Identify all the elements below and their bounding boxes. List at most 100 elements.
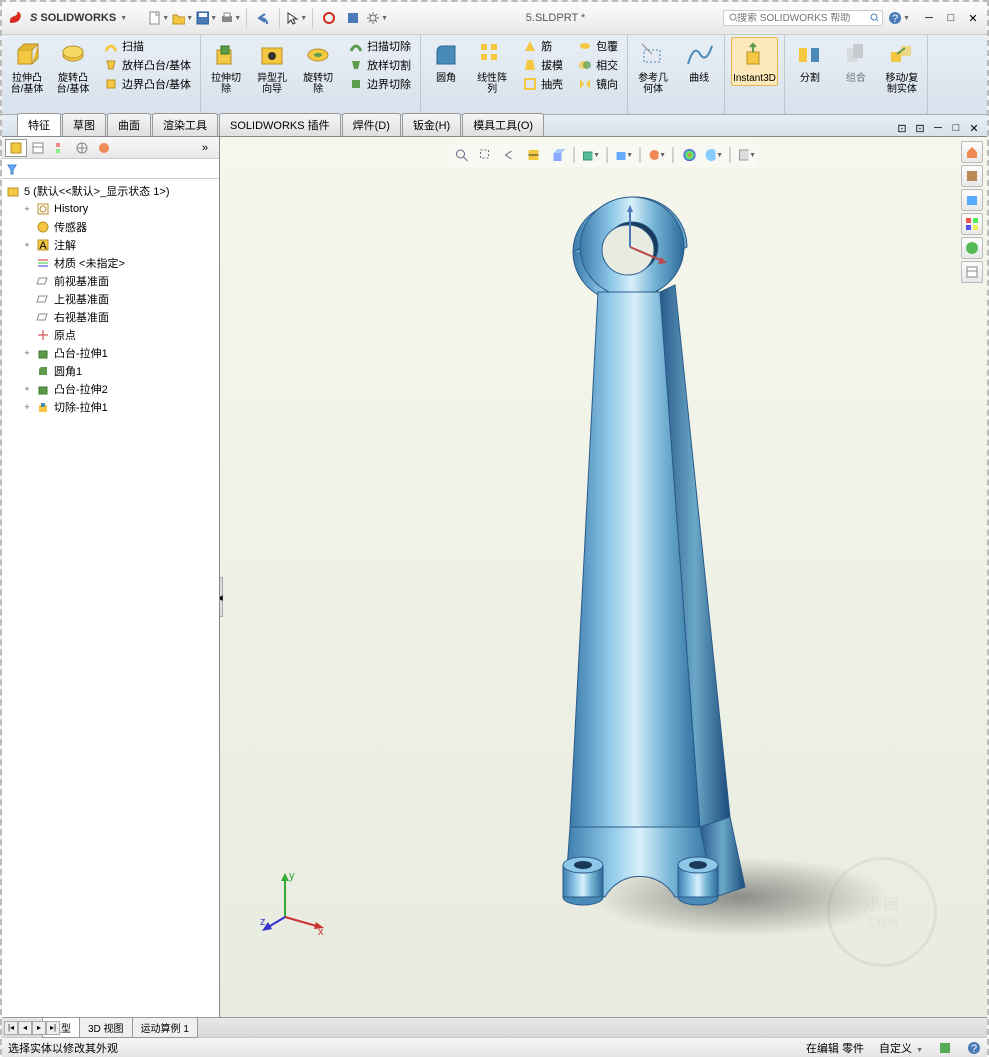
tab-addins[interactable]: SOLIDWORKS 插件 (219, 113, 341, 136)
options-button[interactable] (342, 7, 364, 29)
fm-tab-config[interactable] (49, 139, 71, 157)
move-copy-button[interactable]: 移动/复 制实体 (883, 37, 921, 97)
graphics-viewport[interactable]: ◂ ▼ ▼ ▼ appearance ▼ ▼ (220, 137, 987, 1017)
cut-boundary-button[interactable]: 边界切除 (345, 75, 414, 93)
help-search[interactable] (723, 10, 883, 26)
sweep-button[interactable]: 扫描 (100, 37, 194, 55)
search-input[interactable] (737, 13, 869, 24)
wrap-button[interactable]: 包覆 (574, 37, 621, 55)
mirror-button[interactable]: 镜向 (574, 75, 621, 93)
doc-close-button[interactable]: ✕ (966, 120, 982, 136)
tree-item[interactable]: 传感器 (5, 218, 216, 236)
linear-pattern-button[interactable]: 线性阵 列 (473, 37, 511, 97)
tree-item[interactable]: 前视基准面 (5, 272, 216, 290)
tree-root[interactable]: 5 (默认<<默认>_显示状态 1>) (5, 182, 216, 200)
rebuild-button[interactable] (318, 7, 340, 29)
doc-options2-icon[interactable]: ⊡ (912, 120, 928, 136)
rib-button[interactable]: 筋 (519, 37, 566, 55)
open-file-button[interactable]: ▼ (171, 7, 193, 29)
tab-sheetmetal[interactable]: 钣金(H) (402, 113, 461, 136)
doc-max-button[interactable]: □ (948, 120, 964, 136)
design-library-icon[interactable] (961, 165, 983, 187)
prev-view-icon[interactable] (499, 145, 519, 165)
section-view-icon[interactable] (523, 145, 543, 165)
zoom-area-icon[interactable] (475, 145, 495, 165)
resources-icon[interactable] (961, 141, 983, 163)
file-explorer-icon[interactable] (961, 189, 983, 211)
draft-button[interactable]: 拔模 (519, 56, 566, 74)
view-palette-icon[interactable] (961, 213, 983, 235)
tree-item[interactable]: 上视基准面 (5, 290, 216, 308)
loft-button[interactable]: 放样凸台/基体 (100, 56, 194, 74)
instant3d-button[interactable]: Instant3D (731, 37, 778, 86)
print-button[interactable]: ▼ (219, 7, 241, 29)
cut-loft-button[interactable]: 放样切割 (345, 56, 414, 74)
revolve-boss-button[interactable]: 旋转凸 台/基体 (54, 37, 92, 97)
hide-show-icon[interactable]: ▼ (613, 145, 633, 165)
undo-button[interactable] (252, 7, 274, 29)
status-info-icon[interactable]: ? (967, 1041, 981, 1055)
cut-sweep-button[interactable]: 扫描切除 (345, 37, 414, 55)
tab-render[interactable]: 渲染工具 (152, 113, 218, 136)
fm-tab-tree[interactable] (5, 139, 27, 157)
select-button[interactable]: ▼ (285, 7, 307, 29)
appearances-icon[interactable] (961, 237, 983, 259)
tree-item[interactable]: 右视基准面 (5, 308, 216, 326)
ref-geometry-button[interactable]: 参考几 何体 (634, 37, 672, 97)
tree-item[interactable]: 材质 <未指定> (5, 254, 216, 272)
fillet-button[interactable]: 圆角 (427, 37, 465, 86)
settings-button[interactable]: ▼ (366, 7, 388, 29)
tree-item[interactable]: +A注解 (5, 236, 216, 254)
curves-button[interactable]: 曲线 (680, 37, 718, 86)
status-custom[interactable]: 自定义 ▼ (879, 1040, 923, 1056)
tab-weldments[interactable]: 焊件(D) (342, 113, 401, 136)
combine-button[interactable]: 组合 (837, 37, 875, 86)
scene-icon[interactable]: ▼ (703, 145, 723, 165)
tree-item[interactable]: 圆角1 (5, 362, 216, 380)
intersect-button[interactable]: 相交 (574, 56, 621, 74)
tab-sketch[interactable]: 草图 (62, 113, 106, 136)
new-file-button[interactable]: ▼ (147, 7, 169, 29)
zoom-fit-icon[interactable] (451, 145, 471, 165)
search-go-icon[interactable] (869, 12, 878, 24)
btab-last[interactable]: ▸| (46, 1021, 60, 1035)
fm-expand-button[interactable]: » (194, 139, 216, 157)
tab-features[interactable]: 特征 (17, 113, 61, 136)
display-style-icon[interactable]: ▼ (580, 145, 600, 165)
split-button[interactable]: 分割 (791, 37, 829, 86)
orientation-triad[interactable]: y x z (260, 867, 330, 937)
fm-tab-property[interactable] (27, 139, 49, 157)
tree-item[interactable]: +凸台-拉伸1 (5, 344, 216, 362)
save-button[interactable]: ▼ (195, 7, 217, 29)
btab-prev[interactable]: ◂ (18, 1021, 32, 1035)
help-button[interactable]: ?▼ (888, 7, 910, 29)
shell-button[interactable]: 抽壳 (519, 75, 566, 93)
doc-options-icon[interactable]: ⊡ (894, 120, 910, 136)
tab-moldtools[interactable]: 模具工具(O) (462, 113, 544, 136)
filter-bar[interactable] (2, 159, 219, 179)
minimize-button[interactable]: ─ (920, 9, 938, 27)
appearance-sphere-icon[interactable]: appearance (679, 145, 699, 165)
sidebar-splitter[interactable]: ◂ (220, 577, 223, 617)
status-flag-icon[interactable] (938, 1041, 952, 1055)
maximize-button[interactable]: □ (942, 9, 960, 27)
btab-motion[interactable]: 运动算例 1 (132, 1017, 198, 1038)
extrude-boss-button[interactable]: 拉伸凸 台/基体 (8, 37, 46, 97)
btab-next[interactable]: ▸ (32, 1021, 46, 1035)
cut-revolve-button[interactable]: 旋转切 除 (299, 37, 337, 97)
tree-item[interactable]: +凸台-拉伸2 (5, 380, 216, 398)
boundary-button[interactable]: 边界凸台/基体 (100, 75, 194, 93)
close-button[interactable]: ✕ (964, 9, 982, 27)
fm-tab-display[interactable] (93, 139, 115, 157)
tab-surface[interactable]: 曲面 (107, 113, 151, 136)
custom-props-icon[interactable] (961, 261, 983, 283)
view-orientation-icon[interactable] (547, 145, 567, 165)
hole-wizard-button[interactable]: 异型孔 向导 (253, 37, 291, 97)
doc-min-button[interactable]: ─ (930, 120, 946, 136)
tree-item[interactable]: +History (5, 200, 216, 218)
view-settings-icon[interactable]: ▼ (736, 145, 756, 165)
tree-item[interactable]: 原点 (5, 326, 216, 344)
fm-tab-dimxpert[interactable] (71, 139, 93, 157)
btab-3dview[interactable]: 3D 视图 (79, 1017, 133, 1038)
edit-appearance-icon[interactable]: ▼ (646, 145, 666, 165)
